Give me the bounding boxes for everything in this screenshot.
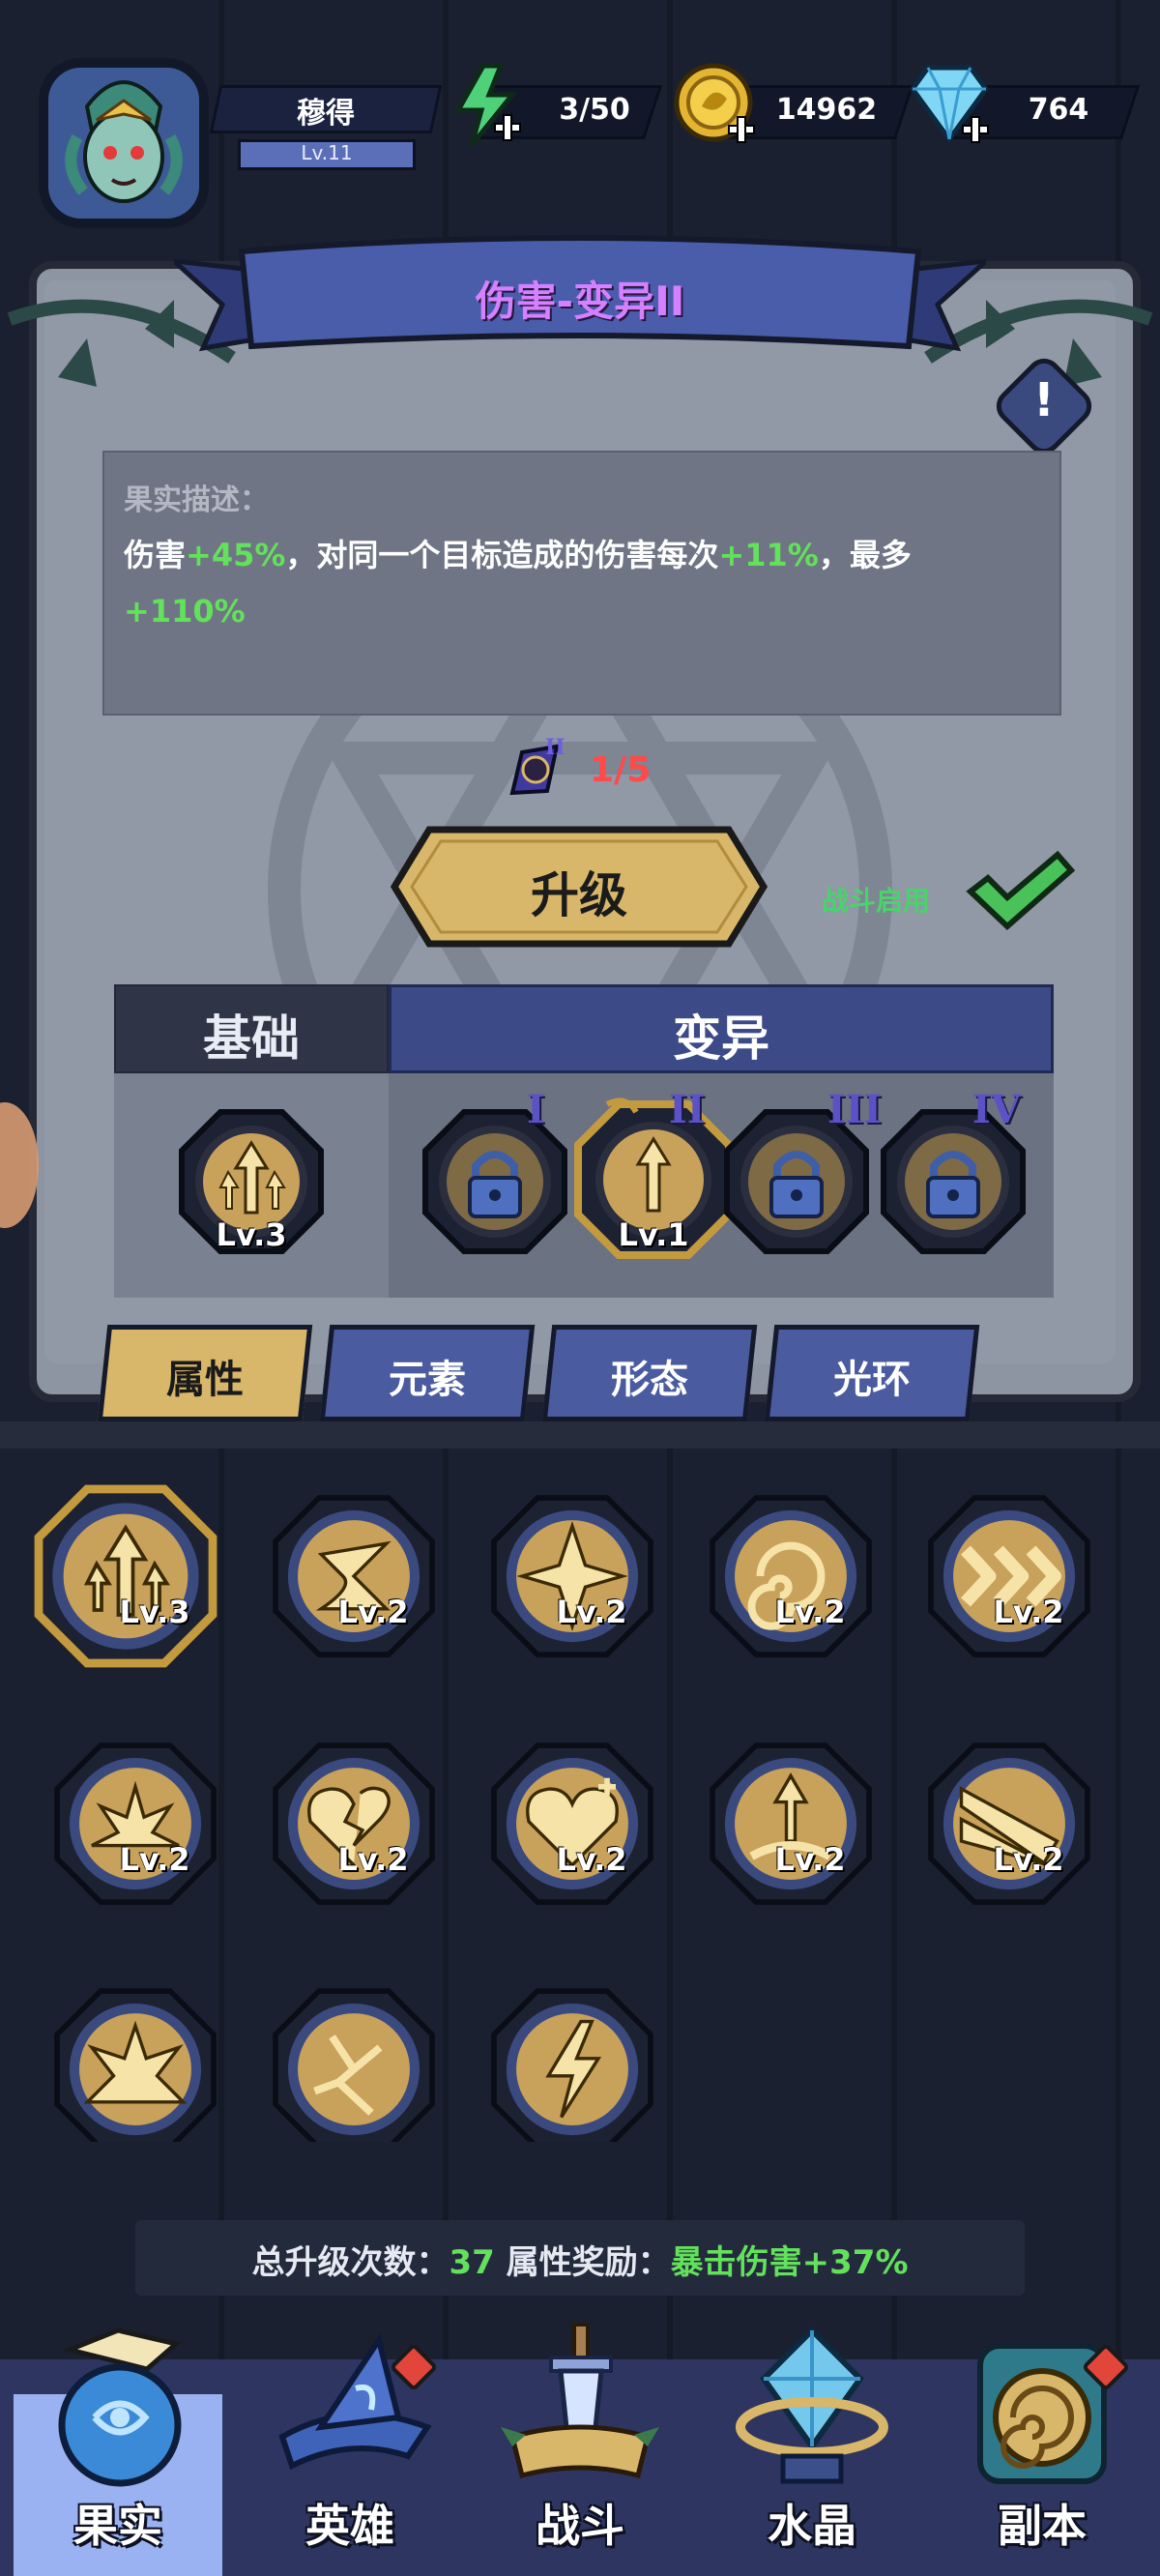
nav-battle-label: 战斗: [536, 2500, 624, 2552]
fruit-level: Lv.2: [993, 1594, 1064, 1630]
exclamation-icon: !: [1033, 373, 1055, 427]
fruit-level: Lv.2: [337, 1841, 409, 1878]
upgrade-progress: 1/5: [590, 750, 652, 790]
fruit-level: Lv.2: [774, 1594, 846, 1630]
roman-numeral-3: III: [827, 1087, 883, 1132]
upgrade-count: 37: [449, 2243, 495, 2282]
fruit-level: Lv.2: [556, 1594, 627, 1630]
tab-base-label: 基础: [203, 1010, 300, 1067]
desc-part: ，对同一个目标造成的伤害每次: [285, 537, 719, 573]
gem-plus-icon[interactable]: [903, 60, 996, 151]
tab-attribute-label: 属性: [166, 1358, 244, 1402]
tab-element-label: 元素: [389, 1358, 466, 1402]
nav-hero-label: 英雄: [305, 2500, 394, 2552]
nav-fruit-label: 果实: [73, 2500, 162, 2552]
fruit-level: Lv.2: [774, 1841, 846, 1878]
nav-fruit[interactable]: 果实: [12, 2321, 224, 2576]
lightning-fruit-slot[interactable]: [485, 1982, 659, 2142]
mutation-slot-level: Lv.1: [618, 1216, 689, 1253]
nav-crystal-label: 水晶: [768, 2500, 856, 2552]
sword-book-icon: [501, 2323, 659, 2479]
desc-value: +11%: [718, 537, 819, 573]
top-bar: 穆得 Lv.11 3/50 14962 764: [0, 0, 1160, 232]
swirl-fruit-slot[interactable]: [267, 1489, 441, 1663]
nav-crystal[interactable]: 水晶: [706, 2321, 918, 2576]
description-label: 果实描述：: [124, 483, 269, 517]
desc-value: +45%: [186, 537, 286, 573]
medusa-portrait-icon: [48, 68, 199, 219]
nav-hero[interactable]: 英雄: [244, 2321, 456, 2576]
upgrade-label: 升级: [531, 867, 627, 923]
burst-fruit-slot[interactable]: [48, 1982, 222, 2142]
crack-fruit-slot[interactable]: [267, 1982, 441, 2142]
roman-numeral-1: I: [527, 1087, 545, 1132]
fruit-icon: [58, 2327, 182, 2487]
crystal-icon: [736, 2326, 888, 2484]
roman-numeral-2: II: [669, 1087, 706, 1132]
nav-dungeon-label: 副本: [998, 2500, 1087, 2552]
heart-plus-fruit-slot[interactable]: [485, 1737, 659, 1911]
chevrons-fruit-slot[interactable]: [922, 1489, 1096, 1663]
player-level: Lv.11: [301, 141, 353, 164]
summary-label: 总升级次数：: [251, 2243, 450, 2282]
spiral-fruit-slot[interactable]: [704, 1489, 878, 1663]
roman-numeral-4: IV: [972, 1087, 1021, 1132]
fruit-grid: Lv.3 Lv.2 Lv.2 Lv.2 Lv.2 Lv.2 Lv.2 Lv.2 Lv.2 Lv.2: [0, 1460, 1160, 2142]
checkmark-icon[interactable]: [965, 849, 1075, 932]
desc-part: ，最多: [818, 537, 912, 573]
summary-label: 属性奖励：: [494, 2243, 671, 2282]
fruit-level: Lv.3: [119, 1594, 190, 1630]
fruit-level: Lv.2: [119, 1841, 190, 1878]
avatar[interactable]: [39, 58, 209, 228]
tab-aura-label: 光环: [833, 1358, 911, 1402]
coin-count: 14962: [775, 93, 878, 127]
desc-value: +110%: [124, 593, 246, 629]
coin-plus-icon[interactable]: [671, 60, 762, 151]
tab-mutation-label: 变异: [673, 1010, 769, 1067]
svg-text:II: II: [545, 737, 566, 760]
fruit-level: Lv.2: [993, 1841, 1064, 1878]
tab-divider: [0, 1421, 1160, 1449]
rising-arrow-fruit-slot[interactable]: [704, 1737, 878, 1911]
mutation-slot-locked[interactable]: [418, 1104, 572, 1259]
battle-enable-label: 战斗启用: [822, 885, 931, 917]
broken-heart-fruit-slot[interactable]: [267, 1737, 441, 1911]
impact-fruit-slot[interactable]: [48, 1737, 222, 1911]
gem-count: 764: [1028, 93, 1089, 127]
tab-form-label: 形态: [611, 1358, 688, 1402]
energy-count: 3/50: [559, 93, 630, 127]
fruit-title: 伤害-变异II: [475, 278, 685, 325]
player-name: 穆得: [297, 97, 355, 131]
energy-plus-icon[interactable]: [445, 62, 532, 149]
mutation-shard-icon: II: [509, 737, 566, 796]
attribute-bonus: 暴击伤害+37%: [670, 2243, 909, 2282]
base-slot-level: Lv.3: [216, 1216, 287, 1253]
fruit-level: Lv.2: [337, 1594, 409, 1630]
nav-battle[interactable]: 战斗: [474, 2321, 686, 2576]
fruit-level: Lv.2: [556, 1841, 627, 1878]
arrows-up-fruit-slot[interactable]: [29, 1479, 222, 1673]
desc-part: 伤害: [124, 537, 187, 573]
nav-dungeon[interactable]: 副本: [936, 2321, 1148, 2576]
beam-fruit-slot[interactable]: [922, 1737, 1096, 1911]
description-text: 伤害+45%，对同一个目标造成的伤害每次+11%，最多 +110%: [124, 527, 1042, 639]
summary-text: 总升级次数：37 属性奖励：暴击伤害+37%: [135, 2236, 1025, 2283]
four-arrows-fruit-slot[interactable]: [485, 1489, 659, 1663]
